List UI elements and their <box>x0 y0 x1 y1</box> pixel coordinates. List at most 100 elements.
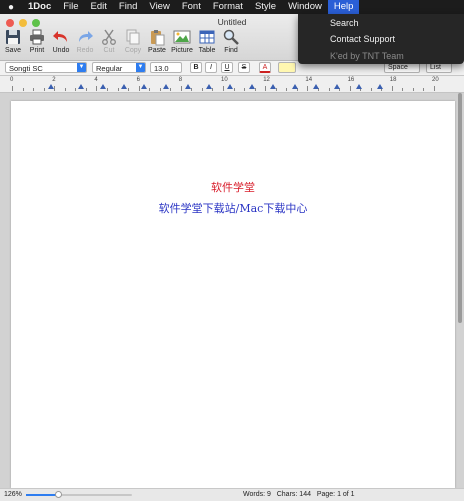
tab-stop-marker[interactable] <box>334 84 340 89</box>
italic-button[interactable]: I <box>205 62 217 73</box>
ruler-tick <box>212 88 214 91</box>
tab-stop-marker[interactable] <box>227 84 233 89</box>
ruler-tick <box>117 88 119 91</box>
ruler-tick <box>307 86 309 91</box>
document-line-2[interactable]: 软件学堂下载站/Mac下载中心 <box>11 200 455 216</box>
ruler-number: 2 <box>52 77 56 83</box>
picture-icon <box>173 30 191 44</box>
text-color-button[interactable]: A <box>259 62 271 73</box>
ruler-tick <box>170 88 172 91</box>
ruler-tick <box>191 88 193 91</box>
document-scroll-area[interactable]: 软件学堂 软件学堂下载站/Mac下载中心 <box>0 93 464 488</box>
apple-menu-icon[interactable]: ● <box>0 2 22 13</box>
tab-stop-marker[interactable] <box>100 84 106 89</box>
tab-stop-marker[interactable] <box>48 84 54 89</box>
status-bar: 126% Words: 9 Chars: 144 Page: 1 of 1 <box>0 488 464 501</box>
ruler-tick <box>22 88 24 91</box>
ruler-tick <box>33 88 35 91</box>
print-button[interactable]: Print <box>26 28 48 54</box>
tab-stop-marker[interactable] <box>163 84 169 89</box>
zoom-slider-fill <box>26 494 58 496</box>
table-button[interactable]: Table <box>196 28 218 54</box>
save-label: Save <box>5 47 21 54</box>
ruler-tick <box>244 88 246 91</box>
menu-font[interactable]: Font <box>176 0 207 14</box>
tab-stop-marker[interactable] <box>185 84 191 89</box>
font-style-value: Regular <box>96 64 123 73</box>
spacing-label: Space <box>388 64 408 71</box>
ruler-number: 8 <box>178 77 183 83</box>
help-menu-tnt-credit: K'ed by TNT Team <box>330 51 404 61</box>
help-menu-dropdown: Search Contact Support K'ed by TNT Team <box>298 14 464 64</box>
menu-edit[interactable]: Edit <box>85 0 113 14</box>
zoom-slider-knob[interactable] <box>54 491 62 498</box>
menu-view[interactable]: View <box>143 0 175 14</box>
tab-stop-marker[interactable] <box>249 84 255 89</box>
tab-stop-marker[interactable] <box>206 84 212 89</box>
font-family-value: Songti SC <box>9 64 43 73</box>
save-button[interactable]: Save <box>2 28 24 54</box>
copy-label: Copy <box>124 47 142 54</box>
paste-button[interactable]: Paste <box>146 28 168 54</box>
ruler-tick <box>12 86 13 91</box>
font-family-select[interactable]: Songti SC ▼ <box>5 62 87 73</box>
ruler-number: 16 <box>347 77 355 83</box>
strikethrough-button[interactable]: S <box>238 62 250 73</box>
help-menu-contact-support[interactable]: Contact Support <box>298 32 464 46</box>
ruler-number: 14 <box>305 77 313 83</box>
ruler-tick <box>286 88 288 91</box>
ruler-number: 12 <box>263 77 270 83</box>
undo-arrow-icon <box>53 31 67 42</box>
picture-button[interactable]: Picture <box>170 28 194 54</box>
font-size-value: 13.0 <box>154 64 169 73</box>
document-line-1[interactable]: 软件学堂 <box>11 179 455 195</box>
tab-stop-marker[interactable] <box>78 84 84 89</box>
highlight-color-button[interactable] <box>278 62 296 73</box>
menu-window[interactable]: Window <box>282 0 328 14</box>
ruler-number: 0 <box>10 77 14 83</box>
ruler-tick <box>201 88 203 91</box>
cut-button[interactable]: Cut <box>98 28 120 54</box>
menu-help[interactable]: Help <box>327 0 360 14</box>
menu-style[interactable]: Style <box>249 0 282 14</box>
redo-arrow-icon <box>79 31 93 42</box>
tab-stop-marker[interactable] <box>377 84 383 89</box>
bold-button[interactable]: B <box>190 62 202 73</box>
tab-stop-marker[interactable] <box>356 84 362 89</box>
vertical-scrollbar[interactable] <box>457 93 463 488</box>
ruler[interactable]: 0 2 4 6 8 10 12 14 16 18 20 <box>0 76 464 93</box>
copy-button[interactable]: Copy <box>122 28 144 54</box>
zoom-slider[interactable] <box>26 491 132 498</box>
menu-app-name[interactable]: 1Doc <box>22 0 57 14</box>
redo-button[interactable]: Redo <box>74 28 96 54</box>
ruler-tick <box>402 88 404 91</box>
table-label: Table <box>198 47 216 54</box>
page-count: Page: 1 of 1 <box>316 491 355 498</box>
zoom-level: 126% <box>4 491 22 498</box>
copy-documents-icon <box>126 29 140 45</box>
font-size-field[interactable]: 13.0 <box>150 62 182 73</box>
tab-stop-marker[interactable] <box>141 84 147 89</box>
paste-label: Paste <box>148 47 166 54</box>
underline-button[interactable]: U <box>221 62 233 73</box>
list-label: List <box>430 64 441 71</box>
tab-stop-marker[interactable] <box>270 84 276 89</box>
document-page[interactable]: 软件学堂 软件学堂下载站/Mac下载中心 <box>11 101 455 488</box>
tab-stop-marker[interactable] <box>121 84 127 89</box>
find-button[interactable]: Find <box>220 28 242 54</box>
font-style-select[interactable]: Regular ▼ <box>92 62 146 73</box>
undo-button[interactable]: Undo <box>50 28 72 54</box>
scrollbar-thumb[interactable] <box>458 93 462 323</box>
help-menu-search[interactable]: Search <box>298 16 464 30</box>
cut-label: Cut <box>103 47 115 54</box>
ruler-tick <box>423 88 425 91</box>
ruler-tick <box>223 86 224 91</box>
ruler-tick <box>349 86 351 91</box>
find-label: Find <box>224 47 238 54</box>
menu-format[interactable]: Format <box>207 0 249 14</box>
menu-find[interactable]: Find <box>113 0 143 14</box>
menu-file[interactable]: File <box>57 0 84 14</box>
table-icon <box>199 30 215 44</box>
tab-stop-marker[interactable] <box>292 84 298 89</box>
tab-stop-marker[interactable] <box>313 84 319 89</box>
